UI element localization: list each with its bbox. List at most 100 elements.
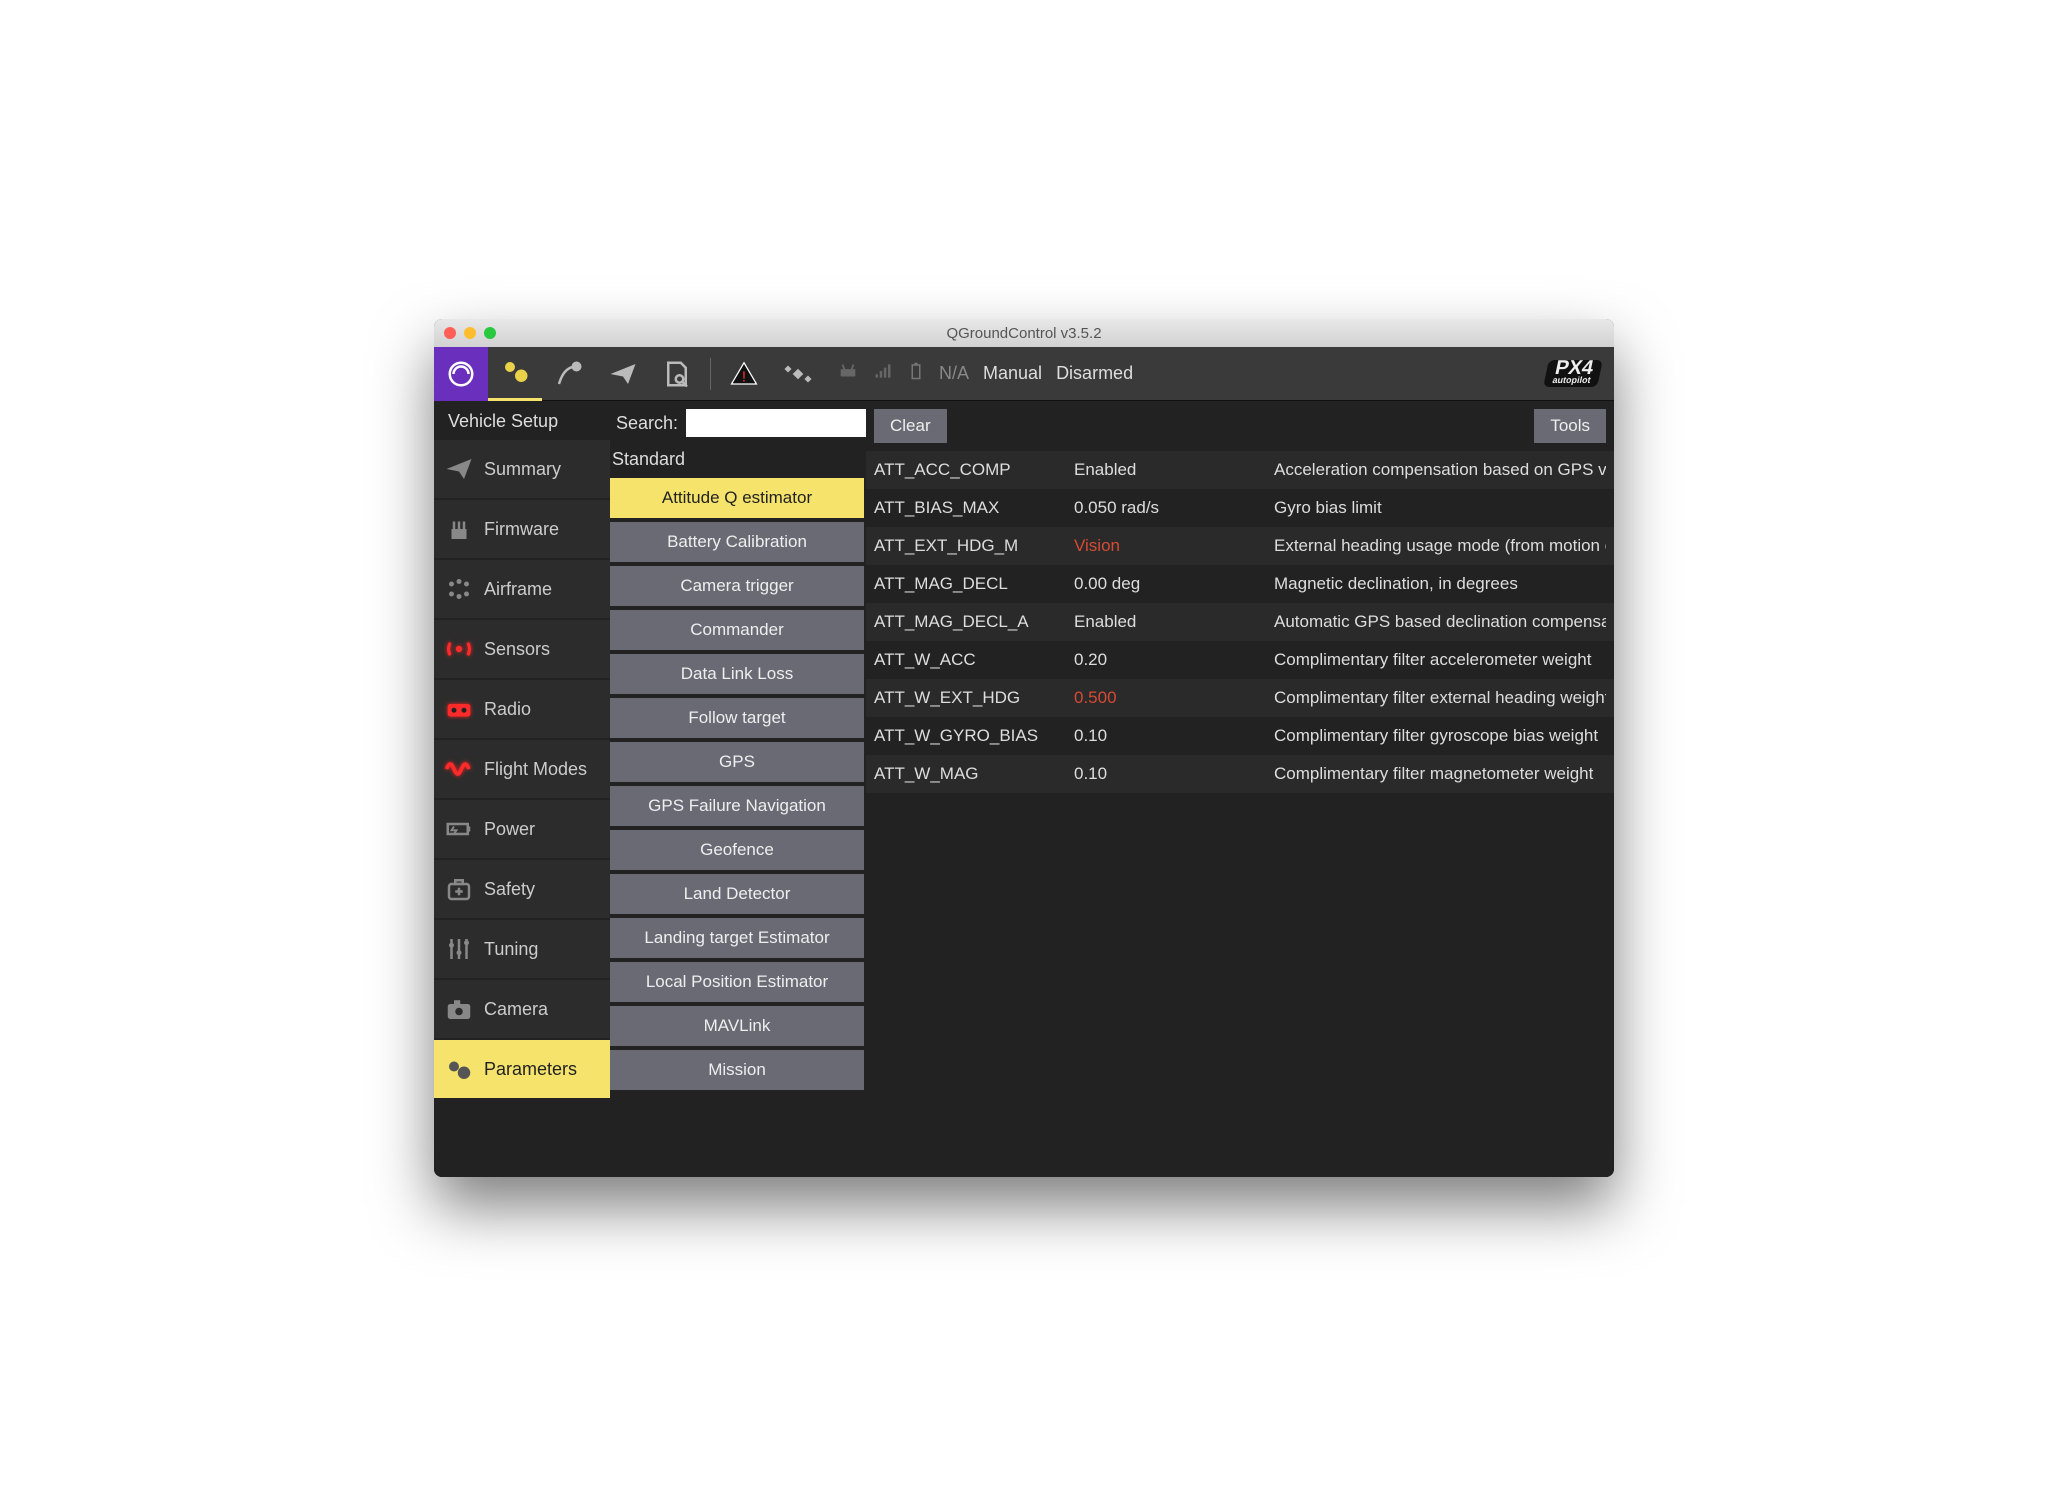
parameter-row[interactable]: ATT_W_MAG0.10Complimentary filter magnet… bbox=[866, 755, 1614, 793]
setup-icon[interactable] bbox=[488, 347, 542, 401]
parameter-name: ATT_W_EXT_HDG bbox=[874, 688, 1074, 708]
parameter-panel: Clear Tools ATT_ACC_COMPEnabledAccelerat… bbox=[866, 401, 1614, 1177]
category-item[interactable]: MAVLink bbox=[610, 1006, 864, 1046]
sidebar-item-camera[interactable]: Camera bbox=[434, 980, 610, 1038]
sidebar-item-sensors[interactable]: Sensors bbox=[434, 620, 610, 678]
parameter-name: ATT_EXT_HDG_M bbox=[874, 536, 1074, 556]
sidebar-item-parameters[interactable]: Parameters bbox=[434, 1040, 610, 1098]
category-item[interactable]: Follow target bbox=[610, 698, 864, 738]
armed-label: Disarmed bbox=[1056, 363, 1133, 384]
parameter-name: ATT_ACC_COMP bbox=[874, 460, 1074, 480]
category-item[interactable]: Mission bbox=[610, 1050, 864, 1090]
sidebar-item-power[interactable]: Power bbox=[434, 800, 610, 858]
sidebar-item-flight-modes[interactable]: Flight Modes bbox=[434, 740, 610, 798]
parameter-description: External heading usage mode (from motion… bbox=[1274, 536, 1606, 556]
wave-icon bbox=[444, 754, 474, 784]
status-area: N/A Manual Disarmed bbox=[837, 360, 1133, 387]
category-item[interactable]: Geofence bbox=[610, 830, 864, 870]
parameter-value: 0.00 deg bbox=[1074, 574, 1274, 594]
parameter-description: Complimentary filter external heading we… bbox=[1274, 688, 1606, 708]
parameter-row[interactable]: ATT_W_ACC0.20Complimentary filter accele… bbox=[866, 641, 1614, 679]
category-item[interactable]: Land Detector bbox=[610, 874, 864, 914]
parameter-description: Complimentary filter gyroscope bias weig… bbox=[1274, 726, 1606, 746]
sidebar-item-label: Tuning bbox=[484, 939, 538, 960]
sidebar-item-summary[interactable]: Summary bbox=[434, 440, 610, 498]
parameter-name: ATT_W_MAG bbox=[874, 764, 1074, 784]
main-toolbar: ! N/A Manual Disarmed PX4 autopilot bbox=[434, 347, 1614, 401]
plane-icon bbox=[444, 454, 474, 484]
sidebar-item-label: Camera bbox=[484, 999, 548, 1020]
vehicle-setup-sidebar: Vehicle Setup Summary Firmware AirframeSen… bbox=[434, 401, 610, 1177]
medkit-icon bbox=[444, 874, 474, 904]
parameter-value: 0.500 bbox=[1074, 688, 1274, 708]
rc-icon bbox=[837, 360, 859, 387]
chip-icon bbox=[444, 514, 474, 544]
sidebar-item-safety[interactable]: Safety bbox=[434, 860, 610, 918]
camera-icon bbox=[444, 994, 474, 1024]
parameter-row[interactable]: ATT_MAG_DECL_AEnabledAutomatic GPS based… bbox=[866, 603, 1614, 641]
parameter-row[interactable]: ATT_W_GYRO_BIAS0.10Complimentary filter … bbox=[866, 717, 1614, 755]
sidebar-item-label: Firmware bbox=[484, 519, 559, 540]
sidebar-item-airframe[interactable]: Airframe bbox=[434, 560, 610, 618]
parameter-description: Acceleration compensation based on GPS v… bbox=[1274, 460, 1606, 480]
waypoint-icon[interactable] bbox=[542, 347, 596, 401]
sidebar-title: Vehicle Setup bbox=[434, 401, 610, 440]
category-item[interactable]: Commander bbox=[610, 610, 864, 650]
tools-button[interactable]: Tools bbox=[1534, 409, 1606, 443]
sidebar-item-radio[interactable]: Radio bbox=[434, 680, 610, 738]
parameter-name: ATT_W_ACC bbox=[874, 650, 1074, 670]
dots-icon bbox=[444, 574, 474, 604]
px4-logo-sub: autopilot bbox=[1552, 375, 1592, 385]
warning-icon[interactable]: ! bbox=[717, 347, 771, 401]
sliders-icon bbox=[444, 934, 474, 964]
svg-text:!: ! bbox=[742, 368, 746, 385]
clear-button[interactable]: Clear bbox=[874, 409, 947, 443]
category-item[interactable]: Local Position Estimator bbox=[610, 962, 864, 1002]
battery-icon bbox=[907, 360, 925, 387]
search-input[interactable] bbox=[686, 409, 866, 437]
parameter-row[interactable]: ATT_W_EXT_HDG0.500Complimentary filter e… bbox=[866, 679, 1614, 717]
category-item[interactable]: Landing target Estimator bbox=[610, 918, 864, 958]
search-bar: Search: bbox=[610, 401, 866, 445]
parameter-table: ATT_ACC_COMPEnabledAcceleration compensa… bbox=[866, 451, 1614, 1177]
signal-icon bbox=[873, 361, 893, 386]
parameter-row[interactable]: ATT_ACC_COMPEnabledAcceleration compensa… bbox=[866, 451, 1614, 489]
category-item[interactable]: Attitude Q estimator bbox=[610, 478, 864, 518]
parameter-description: Gyro bias limit bbox=[1274, 498, 1606, 518]
category-item[interactable]: GPS bbox=[610, 742, 864, 782]
sidebar-item-label: Radio bbox=[484, 699, 531, 720]
category-item[interactable]: Battery Calibration bbox=[610, 522, 864, 562]
parameter-name: ATT_BIAS_MAX bbox=[874, 498, 1074, 518]
parameter-row[interactable]: ATT_EXT_HDG_MVisionExternal heading usag… bbox=[866, 527, 1614, 565]
battery-label: N/A bbox=[939, 363, 969, 384]
broadcast-icon bbox=[444, 634, 474, 664]
parameter-name: ATT_W_GYRO_BIAS bbox=[874, 726, 1074, 746]
category-item[interactable]: Data Link Loss bbox=[610, 654, 864, 694]
sidebar-item-tuning[interactable]: Tuning bbox=[434, 920, 610, 978]
parameter-panel-top: Clear Tools bbox=[866, 401, 1614, 451]
px4-logo: PX4 autopilot bbox=[1546, 360, 1600, 387]
parameter-value: 0.20 bbox=[1074, 650, 1274, 670]
parameter-group-column: Search: Standard Attitude Q estimatorBat… bbox=[610, 401, 866, 1177]
category-list: Attitude Q estimatorBattery CalibrationC… bbox=[610, 478, 866, 1177]
gears-icon bbox=[444, 1054, 474, 1084]
power-icon bbox=[444, 814, 474, 844]
category-item[interactable]: GPS Failure Navigation bbox=[610, 786, 864, 826]
toolbar-separator bbox=[710, 358, 711, 390]
satellite-icon[interactable] bbox=[771, 347, 825, 401]
category-item[interactable]: Camera trigger bbox=[610, 566, 864, 606]
parameter-value: Enabled bbox=[1074, 460, 1274, 480]
plane-icon[interactable] bbox=[596, 347, 650, 401]
category-header: Standard bbox=[610, 445, 866, 478]
parameter-description: Automatic GPS based declination compensa… bbox=[1274, 612, 1606, 632]
sidebar-item-label: Safety bbox=[484, 879, 535, 900]
search-label: Search: bbox=[616, 413, 678, 434]
main-body: Vehicle Setup Summary Firmware AirframeSen… bbox=[434, 401, 1614, 1177]
parameter-row[interactable]: ATT_MAG_DECL0.00 degMagnetic declination… bbox=[866, 565, 1614, 603]
parameter-row[interactable]: ATT_BIAS_MAX0.050 rad/sGyro bias limit bbox=[866, 489, 1614, 527]
parameter-value: 0.050 rad/s bbox=[1074, 498, 1274, 518]
analyze-icon[interactable] bbox=[650, 347, 704, 401]
window-title: QGroundControl v3.5.2 bbox=[434, 325, 1614, 342]
sidebar-item-firmware[interactable]: Firmware bbox=[434, 500, 610, 558]
app-logo-icon[interactable] bbox=[434, 347, 488, 401]
